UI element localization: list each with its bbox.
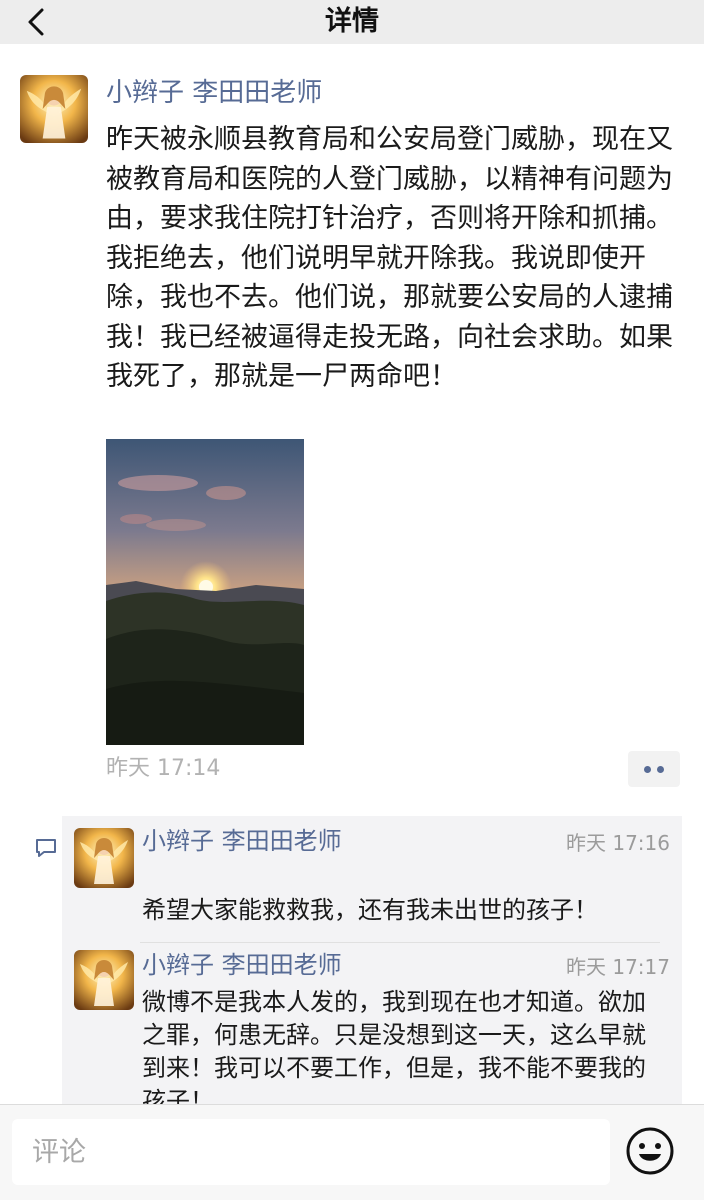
more-actions-button[interactable] [628, 751, 680, 787]
comment-text: 希望大家能救救我，还有我未出世的孩子！ [142, 896, 598, 924]
more-dots-icon-dot [657, 766, 664, 773]
comment-author-name[interactable]: 小辫子 李田田老师 [142, 950, 342, 980]
more-dots-icon [644, 766, 651, 773]
comment-input-bar [0, 1104, 704, 1200]
post-author-name[interactable]: 小辫子 李田田老师 [106, 76, 322, 110]
post-photo[interactable] [106, 439, 304, 745]
emoji-smiley-icon [626, 1127, 674, 1175]
comment-divider [140, 942, 660, 943]
back-button[interactable] [14, 4, 58, 40]
post-text: 昨天被永顺县教育局和公安局登门威胁，现在又被教育局和医院的人登门威胁，以精神有问… [106, 124, 673, 392]
comment-input[interactable] [12, 1119, 610, 1185]
moment-post: 小辫子 李田田老师 昨天被永顺县教育局和公安局登门威胁，现在又被教育局和医院的人… [0, 44, 704, 1115]
avatar[interactable] [74, 950, 134, 1010]
sunset-photo [106, 439, 304, 745]
comment-text: 微博不是我本人发的，我到现在也才知道。欲加之罪，何患无辞。只是没想到这一天，这么… [142, 988, 646, 1115]
top-navbar: 详情 [0, 0, 704, 44]
emoji-button[interactable] [624, 1125, 676, 1177]
post-timestamp: 昨天 17:14 [106, 756, 221, 781]
comment-timestamp: 昨天 17:17 [566, 955, 670, 979]
comment-timestamp: 昨天 17:16 [566, 831, 670, 855]
comment-author-name[interactable]: 小辫子 李田田老师 [142, 826, 342, 856]
avatar[interactable] [20, 75, 88, 143]
page-title: 详情 [325, 6, 379, 37]
comment-icon [36, 839, 56, 857]
back-chevron-icon [28, 8, 44, 36]
avatar[interactable] [74, 828, 134, 888]
